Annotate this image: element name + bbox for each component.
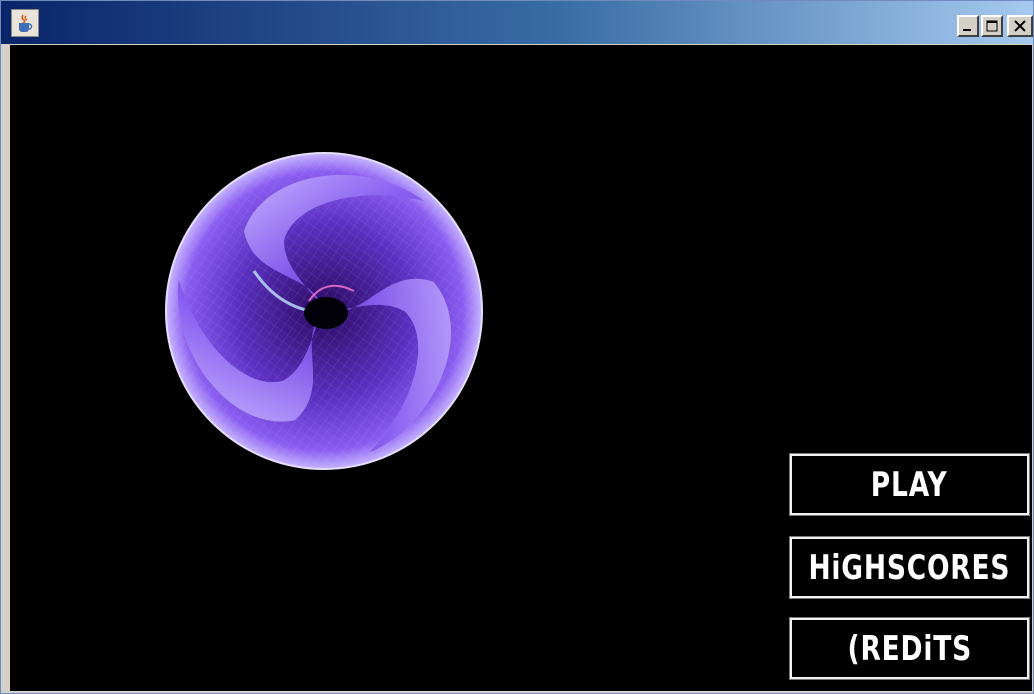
close-icon — [1014, 20, 1026, 32]
swirl-logo — [165, 152, 483, 470]
maximize-icon — [986, 20, 998, 32]
app-window: PLAY HiGHSCORES (REDiTS — [0, 0, 1034, 694]
credits-label: (REDiTS — [847, 628, 972, 669]
minimize-icon — [963, 29, 971, 31]
java-cup-icon[interactable] — [11, 9, 39, 37]
title-bar[interactable] — [1, 1, 1033, 44]
highscores-button[interactable]: HiGHSCORES — [789, 536, 1030, 599]
maximize-button[interactable] — [981, 15, 1003, 37]
play-button[interactable]: PLAY — [789, 453, 1030, 516]
close-button[interactable] — [1007, 15, 1033, 37]
highscores-label: HiGHSCORES — [808, 547, 1011, 588]
play-label: PLAY — [871, 464, 948, 505]
minimize-button[interactable] — [957, 15, 979, 37]
credits-button[interactable]: (REDiTS — [789, 617, 1030, 680]
game-canvas: PLAY HiGHSCORES (REDiTS — [10, 45, 1032, 691]
